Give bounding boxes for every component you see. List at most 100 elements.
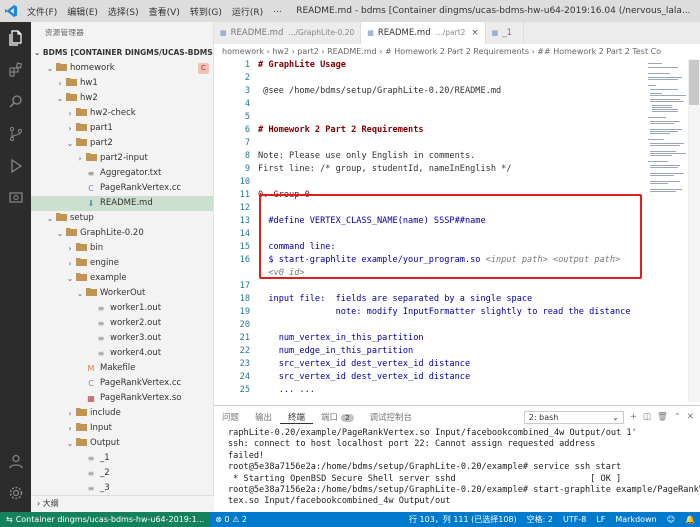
- tree-file[interactable]: ≡ worker4.out: [31, 346, 213, 361]
- tree-file[interactable]: ≡ _1: [31, 451, 213, 466]
- tree-folder[interactable]: ⌄ Output: [31, 436, 213, 451]
- line-number: 16: [239, 255, 250, 265]
- tree-file[interactable]: ⬇ README.md: [31, 196, 213, 211]
- panel-tab-label: 终端: [288, 412, 306, 423]
- notifications-icon[interactable]: 🔔: [680, 512, 700, 527]
- menu-item[interactable]: 文件(F): [22, 5, 62, 18]
- search-icon[interactable]: [0, 86, 31, 118]
- tree-folder[interactable]: ⌄ example: [31, 271, 213, 286]
- tree-folder[interactable]: › part1: [31, 121, 213, 136]
- terminal-select[interactable]: 2: bash ⌄: [523, 410, 624, 424]
- scrollbar-thumb[interactable]: [689, 60, 699, 105]
- menu-item[interactable]: ...: [268, 5, 287, 18]
- maximize-panel-icon[interactable]: ⌃: [674, 412, 681, 422]
- tree-folder[interactable]: ⌄ homework C: [31, 61, 213, 76]
- editor-tab[interactable]: ▦ _1: [485, 22, 524, 44]
- tree-folder[interactable]: › Input: [31, 421, 213, 436]
- chevron-right-icon: ›: [58, 79, 62, 88]
- remote-indicator[interactable]: ⇆ Container dingms/ucas-bdms-hw-u64-2019:…: [0, 512, 211, 527]
- encoding[interactable]: UTF-8: [558, 512, 591, 527]
- outline-label: 大纲: [42, 499, 59, 508]
- chevron-down-icon: ⌄: [612, 412, 619, 422]
- menu-item[interactable]: 选择(S): [103, 5, 144, 18]
- tree-file[interactable]: C PageRankVertex.cc: [31, 376, 213, 391]
- tree-item-label: hw2: [80, 93, 98, 103]
- add-terminal-icon[interactable]: +: [630, 412, 637, 422]
- explorer-icon[interactable]: [0, 22, 31, 54]
- settings-gear-icon[interactable]: [0, 477, 31, 509]
- code-text: @see /home/bdms/setup/GraphLite-0.20/REA…: [254, 85, 501, 98]
- tree-folder[interactable]: › hw2-check: [31, 106, 213, 121]
- close-icon[interactable]: ×: [471, 22, 478, 44]
- tree-file[interactable]: ≡ _3: [31, 481, 213, 496]
- tree-folder[interactable]: ⌄ GraphLite-0.20: [31, 226, 213, 241]
- minimap[interactable]: [644, 59, 688, 402]
- outline-section[interactable]: › 大纲: [31, 495, 214, 511]
- language-mode[interactable]: Markdown: [610, 512, 661, 527]
- folder-open-icon: [85, 286, 97, 301]
- so-file-icon: ▦: [87, 394, 95, 403]
- code-token: num_vertex_in_this_partition: [258, 333, 424, 343]
- menu-item[interactable]: 编辑(E): [62, 5, 103, 18]
- tree-file[interactable]: ≡ worker1.out: [31, 301, 213, 316]
- tree-item-label: PageRankVertex.cc: [100, 378, 182, 388]
- problems-indicator[interactable]: ⊗ 0 ⚠ 2: [210, 512, 252, 527]
- tree-file[interactable]: ≡ _2: [31, 466, 213, 481]
- editor-scrollbar[interactable]: [688, 59, 700, 402]
- split-terminal-icon[interactable]: ◫: [643, 412, 651, 422]
- tree-item-label: part2-input: [100, 153, 148, 163]
- end-of-line[interactable]: LF: [591, 512, 610, 527]
- feedback-icon[interactable]: ☺: [662, 512, 680, 527]
- tree-folder[interactable]: › hw1: [31, 76, 213, 91]
- tree-folder[interactable]: ⌄ part2: [31, 136, 213, 151]
- out-file-icon: ≡: [87, 484, 95, 493]
- tree-folder[interactable]: ⌄ setup: [31, 211, 213, 226]
- cursor-position[interactable]: 行 103，列 111 (已选择108): [404, 512, 522, 527]
- panel-tab[interactable]: 输出: [247, 411, 280, 424]
- tree-folder[interactable]: › include: [31, 406, 213, 421]
- panel-tab-label: 问题: [222, 412, 240, 423]
- line-number: 13: [239, 216, 250, 226]
- tree-folder[interactable]: › engine: [31, 256, 213, 271]
- tree-file[interactable]: ▦ PageRankVertex.so: [31, 391, 213, 406]
- workspace-header[interactable]: ⌄ BDMS [CONTAINER DINGMS/UCAS-BDMS-H...: [31, 44, 213, 61]
- sidebar-title: 资源管理器: [45, 28, 84, 37]
- close-panel-icon[interactable]: ✕: [687, 412, 694, 422]
- terminal-output[interactable]: raphLite-0.20/example/PageRankVertex.so …: [214, 428, 700, 508]
- editor-tab[interactable]: ▦ README.md .../part2 ×: [361, 22, 486, 44]
- menu-item[interactable]: 转到(G): [185, 5, 227, 18]
- folder-icon: [75, 121, 87, 136]
- tree-file[interactable]: M Makefile: [31, 361, 213, 376]
- chevron-right-icon: ›: [68, 424, 72, 433]
- run-debug-icon[interactable]: [0, 150, 31, 182]
- tree-file[interactable]: ≡ worker2.out: [31, 316, 213, 331]
- tree-folder[interactable]: ⌄ hw2: [31, 91, 213, 106]
- folder-icon: [85, 151, 97, 166]
- source-control-icon[interactable]: [0, 118, 31, 150]
- tree-file[interactable]: C PageRankVertex.cc: [31, 181, 213, 196]
- remote-label: Container dingms/ucas-bdms-hw-u64-2019:1…: [15, 515, 205, 524]
- indentation[interactable]: 空格: 2: [522, 512, 558, 527]
- line-number: 22: [239, 346, 250, 356]
- tree-folder[interactable]: ⌄ WorkerOut: [31, 286, 213, 301]
- editor-tab[interactable]: ▦ README.md .../GraphLite-0.20: [214, 22, 362, 44]
- panel-tab[interactable]: 问题: [214, 411, 247, 424]
- kill-terminal-icon[interactable]: 🗑: [657, 412, 668, 422]
- tree-item-label: hw2-check: [90, 108, 136, 118]
- tree-file[interactable]: ≡ worker3.out: [31, 331, 213, 346]
- panel-tab[interactable]: 终端: [280, 411, 314, 424]
- remote-explorer-icon[interactable]: [0, 182, 31, 214]
- panel-tab[interactable]: 端口 2: [313, 411, 361, 424]
- folder-icon: [75, 241, 87, 256]
- panel-tab[interactable]: 调试控制台: [362, 411, 421, 424]
- tree-folder[interactable]: › part2-input: [31, 151, 213, 166]
- terminal-line: tex.so Input/facebookcombined_4w Output/…: [228, 496, 451, 507]
- tree-folder[interactable]: › bin: [31, 241, 213, 256]
- breadcrumb[interactable]: homework › hw2 › part2 › README.md › # H…: [214, 44, 700, 59]
- extensions-icon[interactable]: [0, 54, 31, 86]
- account-icon[interactable]: [0, 445, 31, 477]
- tree-file[interactable]: ≡ Aggregator.txt: [31, 166, 213, 181]
- menu-item[interactable]: 运行(R): [227, 5, 268, 18]
- code-text: note: modify InputFormatter slightly to …: [254, 306, 631, 319]
- menu-item[interactable]: 查看(V): [144, 5, 185, 18]
